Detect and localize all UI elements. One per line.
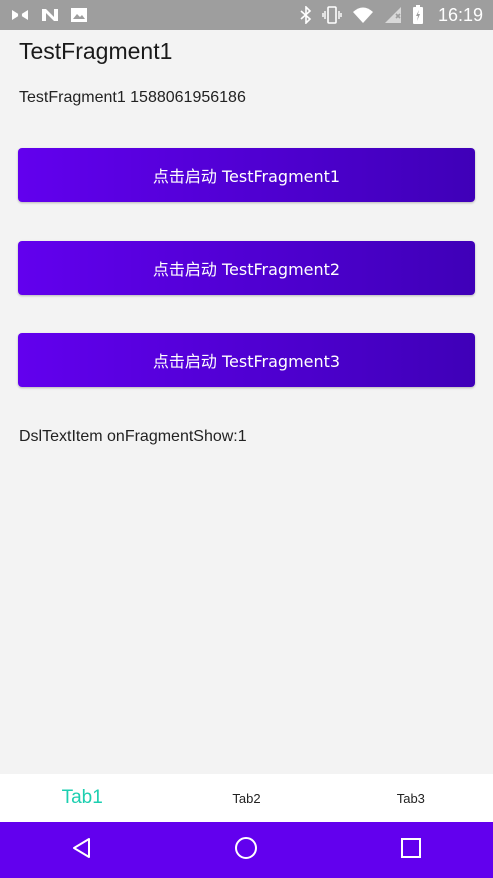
debug-icon	[10, 7, 30, 23]
button-label: 点击启动 TestFragment3	[152, 352, 341, 371]
tab-label: Tab1	[61, 787, 103, 808]
back-icon	[70, 836, 94, 864]
fragment-content: TestFragment1 TestFragment1 158806195618…	[0, 30, 493, 774]
home-icon	[233, 835, 259, 865]
status-left-icons	[10, 7, 88, 23]
back-button[interactable]	[52, 822, 112, 878]
tab-1[interactable]: Tab1	[0, 774, 164, 822]
button-label: 点击启动 TestFragment1	[152, 167, 341, 186]
n-icon	[40, 7, 60, 23]
bluetooth-icon	[300, 6, 312, 24]
tab-bar: Tab1 Tab2 Tab3	[0, 774, 493, 822]
launch-testfragment2-button[interactable]: 点击启动 TestFragment2	[18, 241, 475, 295]
launch-testfragment3-button[interactable]: 点击启动 TestFragment3	[18, 333, 475, 387]
status-time: 16:19	[437, 4, 483, 25]
fragment-show-text: DslTextItem onFragmentShow:1	[19, 428, 247, 445]
launch-testfragment1-button[interactable]: 点击启动 TestFragment1	[18, 148, 475, 202]
tab-2[interactable]: Tab2	[164, 774, 328, 822]
fragment-info-text: TestFragment1 1588061956186	[19, 89, 246, 106]
page-title: TestFragment1	[19, 38, 173, 64]
button-label: 点击启动 TestFragment2	[152, 260, 341, 279]
recents-button[interactable]	[381, 822, 441, 878]
no-sim-icon	[384, 6, 402, 24]
status-right-icons: 16:19	[300, 5, 483, 26]
home-button[interactable]	[216, 822, 276, 878]
vibrate-icon	[322, 6, 342, 24]
wifi-icon	[352, 6, 374, 24]
status-bar: 16:19	[0, 0, 493, 30]
battery-icon	[412, 5, 424, 25]
tab-label: Tab2	[232, 790, 261, 806]
tab-3[interactable]: Tab3	[329, 774, 493, 822]
system-nav-bar	[0, 822, 493, 878]
recents-icon	[399, 836, 423, 864]
tab-label: Tab3	[396, 790, 425, 806]
image-icon	[70, 7, 88, 23]
